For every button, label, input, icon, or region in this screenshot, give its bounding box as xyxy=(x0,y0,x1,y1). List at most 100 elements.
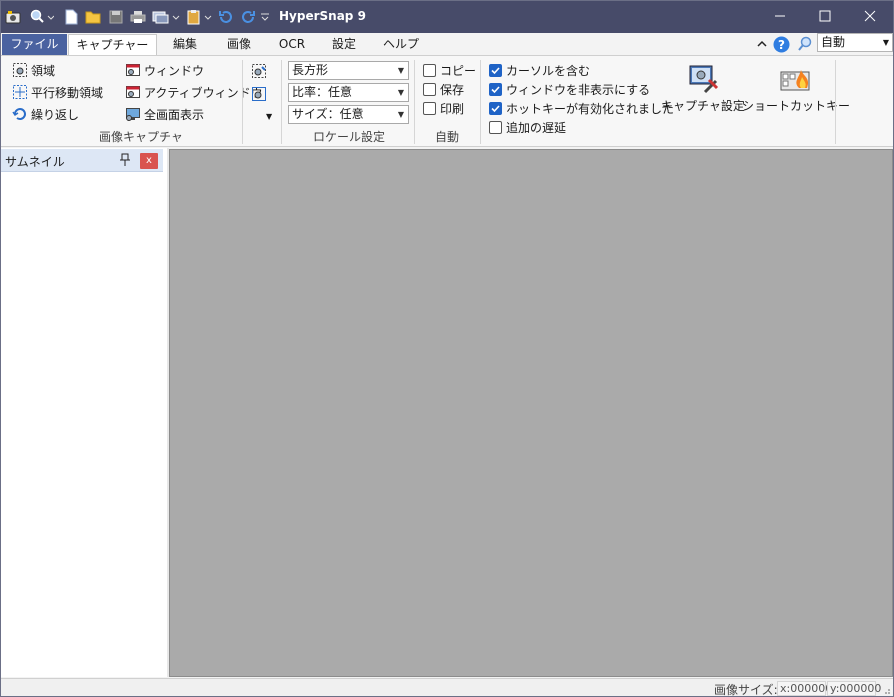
size-select-value: サイズ：任意 xyxy=(292,107,364,121)
add-delay-checkbox[interactable]: 追加の遅延 xyxy=(489,118,566,136)
hotkey-enabled-label: ホットキーが有効化されました xyxy=(506,101,675,116)
capture-extra-button-1[interactable] xyxy=(251,61,270,81)
redo-icon[interactable] xyxy=(239,7,257,27)
hotkey-enabled-checkbox[interactable]: ホットキーが有効化されました xyxy=(489,99,674,117)
scroll-region-button[interactable]: 平行移動領域 xyxy=(12,82,103,102)
window-label: ウィンドウ xyxy=(144,63,205,78)
status-x: x:000000 xyxy=(777,681,832,696)
open-folder-icon[interactable] xyxy=(84,7,102,27)
panel-close-button[interactable]: x xyxy=(140,153,158,169)
capture-settings-button[interactable]: キャプチャ設定 xyxy=(661,62,745,114)
capture-extra-icon-1 xyxy=(251,63,267,79)
auto-save-label: 保存 xyxy=(440,82,465,97)
checkbox-checked-icon xyxy=(489,82,502,96)
add-delay-label: 追加の遅延 xyxy=(506,120,567,135)
shape-select-value: 長方形 xyxy=(292,63,329,77)
tab-capture[interactable]: キャプチャー xyxy=(68,34,157,56)
print-icon[interactable] xyxy=(129,7,147,27)
search-icon[interactable] xyxy=(795,34,815,54)
zoom-select[interactable]: 自動 ▼ xyxy=(817,33,893,52)
tab-edit[interactable]: 編集 xyxy=(159,34,211,55)
repeat-icon xyxy=(12,106,28,122)
shape-select[interactable]: 長方形 ▼ xyxy=(288,61,409,80)
include-cursor-label: カーソルを含む xyxy=(506,63,591,78)
minimize-icon xyxy=(775,15,785,17)
svg-text:?: ? xyxy=(778,38,785,52)
tab-file[interactable]: ファイル xyxy=(2,34,67,55)
capture-settings-icon xyxy=(689,65,718,94)
clipboard-quick-icon[interactable] xyxy=(185,7,213,27)
full-screen-icon xyxy=(125,106,141,122)
thumbnail-panel: サムネイル x xyxy=(1,148,167,677)
shortcut-keys-label: ショートカットキー xyxy=(742,99,851,113)
pin-icon[interactable] xyxy=(119,153,131,167)
thumbnail-panel-title: サムネイル xyxy=(5,155,65,169)
capture-extra-button-2[interactable] xyxy=(251,84,270,104)
hide-window-label: ウィンドウを非表示にする xyxy=(506,82,651,97)
image-size-label: 画像サイズ: xyxy=(714,683,778,697)
repeat-capture-button[interactable]: 繰り返し xyxy=(12,104,79,124)
capture-more-chevron-icon[interactable]: ▼ xyxy=(266,106,272,126)
auto-print-checkbox[interactable]: 印刷 xyxy=(423,99,464,117)
status-y: y:000000 xyxy=(827,681,881,696)
repeat-label: 繰り返し xyxy=(31,107,80,122)
capture-group-label: 画像キャプチャ xyxy=(99,130,183,144)
separator xyxy=(414,60,415,144)
separator xyxy=(242,60,243,144)
ribbon: 領域 平行移動領域 繰り返し ウィンドウ アクティブウィンドウ 全画面表示 ▼ xyxy=(1,55,893,147)
save-icon[interactable] xyxy=(107,7,125,27)
region-capture-button[interactable]: 領域 xyxy=(12,60,55,80)
maximize-icon xyxy=(819,10,831,22)
ratio-select[interactable]: 比率：任意 ▼ xyxy=(288,83,409,102)
customize-quick-access-icon[interactable] xyxy=(259,7,271,27)
close-icon xyxy=(864,10,876,22)
checkbox-unchecked-icon xyxy=(423,63,436,77)
maximize-button[interactable] xyxy=(802,1,848,31)
window-icon xyxy=(125,62,141,78)
tab-help[interactable]: ヘルプ xyxy=(371,34,431,55)
full-screen-button[interactable]: 全画面表示 xyxy=(125,104,204,124)
region-label: 領域 xyxy=(31,63,56,78)
new-file-icon[interactable] xyxy=(63,7,79,27)
help-icon[interactable]: ? xyxy=(771,34,791,54)
locale-group-label: ロケール設定 xyxy=(312,130,385,144)
zoom-select-value: 自動 xyxy=(821,35,846,49)
chevron-down-icon: ▼ xyxy=(397,88,404,97)
scroll-region-label: 平行移動領域 xyxy=(31,85,104,100)
window-capture-button[interactable]: ウィンドウ xyxy=(125,60,204,80)
tab-ocr[interactable]: OCR xyxy=(267,34,317,55)
menu-bar: ファイル キャプチャー 編集 画像 OCR 設定 ヘルプ ? xyxy=(1,33,893,56)
window-title: HyperSnap 9 xyxy=(279,9,366,23)
tab-settings[interactable]: 設定 xyxy=(319,34,369,55)
undo-icon[interactable] xyxy=(217,7,235,27)
active-window-icon xyxy=(125,84,141,100)
include-cursor-checkbox[interactable]: カーソルを含む xyxy=(489,61,590,79)
app-camera-icon[interactable] xyxy=(4,7,22,27)
auto-copy-checkbox[interactable]: コピー xyxy=(423,61,476,79)
separator xyxy=(480,60,481,144)
windows-quick-icon[interactable] xyxy=(151,7,181,27)
thumbnail-panel-header: サムネイル x xyxy=(1,149,163,172)
image-canvas[interactable] xyxy=(169,149,893,677)
ratio-select-value: 比率：任意 xyxy=(292,85,353,99)
chevron-down-icon: ▼ xyxy=(882,38,889,47)
checkbox-unchecked-icon xyxy=(489,120,502,134)
size-select[interactable]: サイズ：任意 ▼ xyxy=(288,105,409,124)
checkbox-checked-icon xyxy=(489,101,502,115)
app-window: HyperSnap 9 ファイル キャプチャー 編集 画像 OCR 設定 ヘルプ… xyxy=(0,0,894,697)
auto-print-label: 印刷 xyxy=(440,101,465,116)
hide-window-checkbox[interactable]: ウィンドウを非表示にする xyxy=(489,80,650,98)
close-button[interactable] xyxy=(847,1,893,31)
full-screen-label: 全画面表示 xyxy=(144,107,205,122)
checkbox-checked-icon xyxy=(489,63,502,77)
resize-grip-icon[interactable] xyxy=(881,684,891,694)
zoom-quick-icon[interactable] xyxy=(29,7,55,27)
auto-copy-label: コピー xyxy=(440,63,477,78)
shortcut-keys-icon xyxy=(780,70,810,91)
shortcut-keys-button[interactable]: ショートカットキー xyxy=(742,62,850,114)
auto-save-checkbox[interactable]: 保存 xyxy=(423,80,464,98)
collapse-ribbon-icon[interactable] xyxy=(756,34,768,54)
minimize-button[interactable] xyxy=(757,1,803,31)
tab-image[interactable]: 画像 xyxy=(213,34,265,55)
title-bar: HyperSnap 9 xyxy=(1,1,893,33)
